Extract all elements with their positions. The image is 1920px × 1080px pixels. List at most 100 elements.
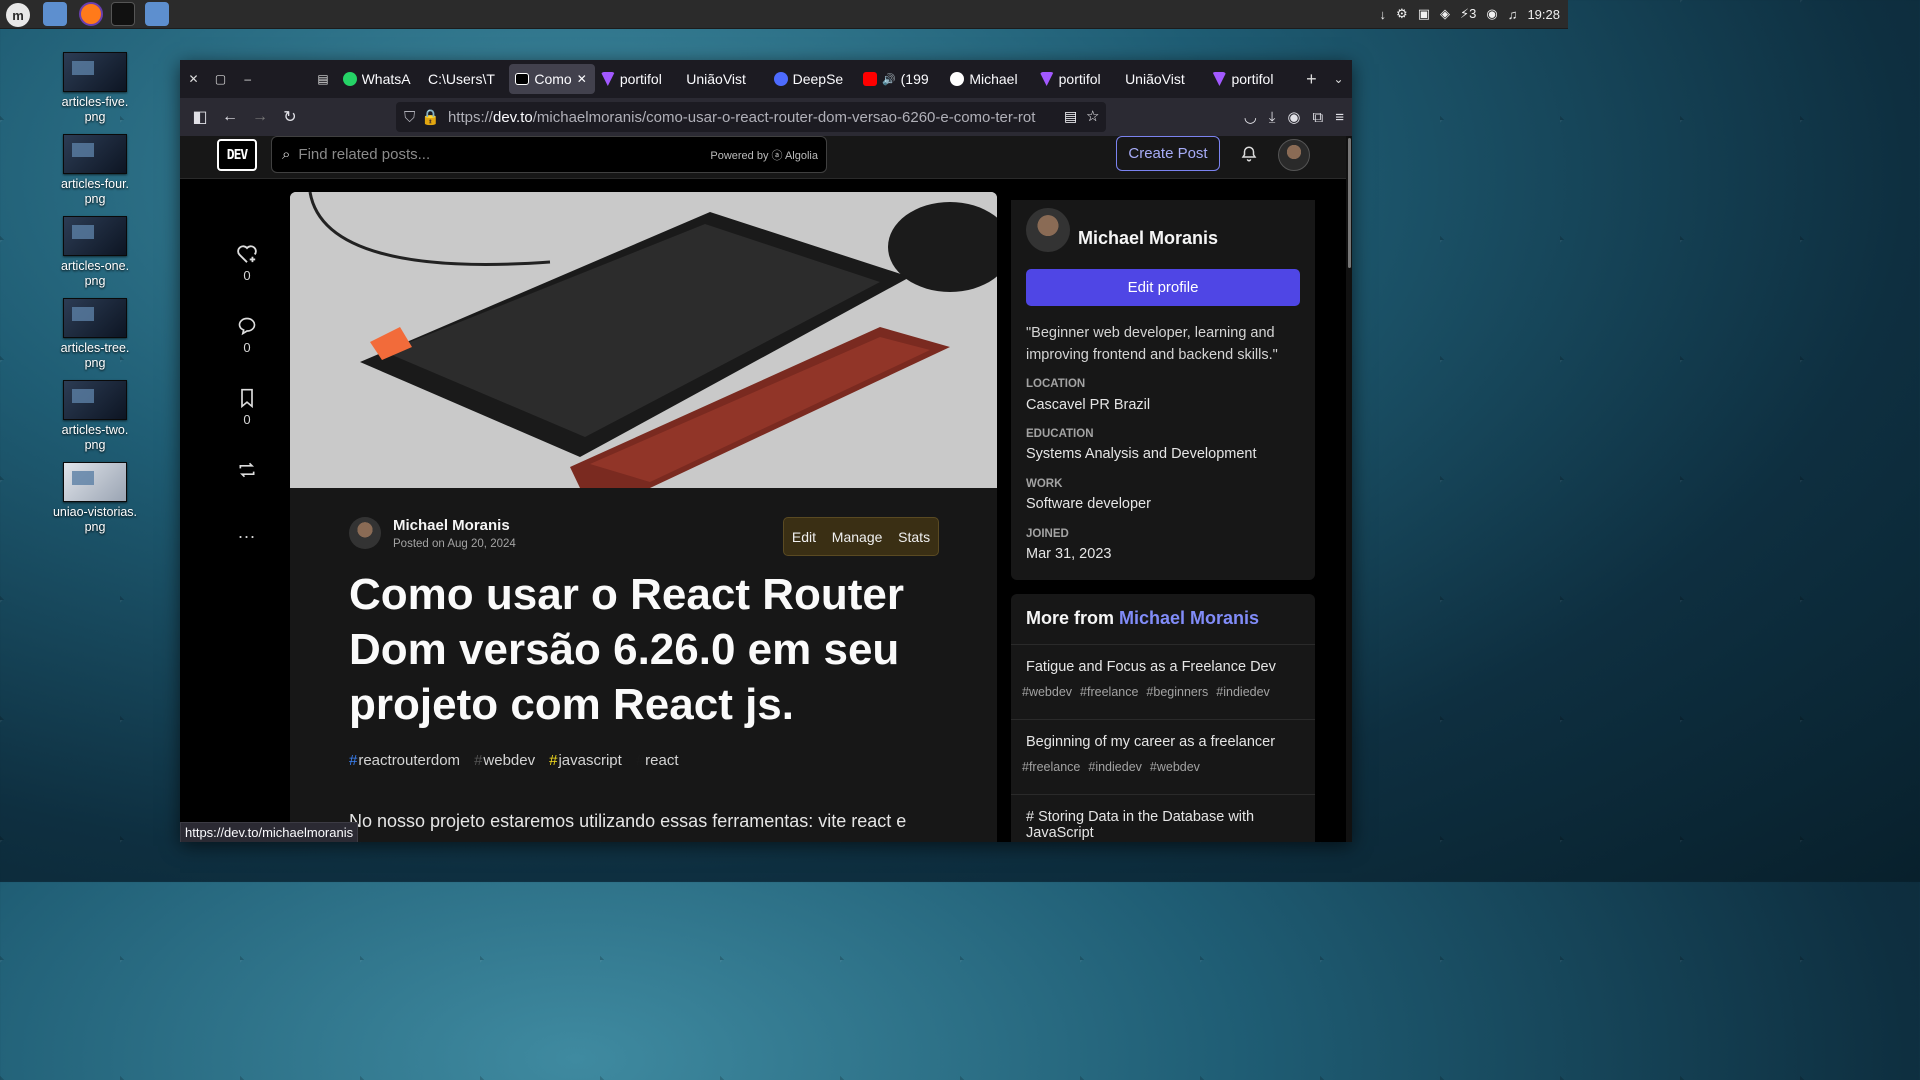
toolbar-right: ◡ ⤓ ◉ ⧉ ≡ (1244, 98, 1344, 136)
desktop-file[interactable]: articles-two. png (50, 380, 140, 453)
desktop-file[interactable]: articles-four. png (50, 134, 140, 207)
url-bar[interactable]: ⛉ 🔒 https://dev.to/michaelmoranis/como-u… (396, 102, 1106, 132)
tab-portfolio[interactable]: portifol (595, 64, 680, 94)
comment-button[interactable]: 0 (232, 316, 262, 355)
more-from-item[interactable]: # Storing Data in the Database with Java… (1011, 794, 1315, 842)
tab-uniao[interactable]: UniãoVist (1119, 64, 1206, 94)
files-launcher-icon[interactable] (43, 2, 67, 26)
maximize-window-icon[interactable]: ▢ (207, 72, 234, 86)
image-thumbnail (63, 462, 127, 502)
more-from-item[interactable]: Beginning of my career as a freelancer #… (1011, 719, 1315, 795)
folder-launcher-icon[interactable] (145, 2, 169, 26)
scrollbar[interactable] (1346, 136, 1352, 842)
tab-youtube[interactable]: 🔊 (199 (857, 64, 944, 94)
tab-uniao[interactable]: UniãoVist (680, 64, 767, 94)
sound-tray-icon[interactable]: ♫ (1508, 7, 1518, 22)
wifi-tray-icon[interactable]: ◉ (1486, 6, 1497, 22)
account-icon[interactable]: ◉ (1287, 108, 1300, 126)
pocket-icon[interactable]: ◡ (1244, 108, 1257, 126)
forward-arrow-icon[interactable]: → (245, 108, 275, 126)
more-from-author-link[interactable]: Michael Moranis (1119, 608, 1259, 628)
profile-avatar[interactable] (1026, 208, 1070, 252)
new-tab-icon[interactable]: + (1298, 69, 1325, 90)
author-avatar[interactable] (349, 517, 381, 549)
manage-button[interactable]: Manage (832, 529, 883, 545)
tag-link[interactable]: #reactrouterdom (349, 752, 460, 769)
bookmark-star-icon[interactable]: ☆ (1086, 107, 1099, 125)
menu-icon[interactable]: ≡ (1335, 109, 1344, 126)
tag-link[interactable]: #freelance (1080, 685, 1138, 699)
desktop-file[interactable]: uniao-vistorias. png (50, 462, 140, 535)
tag-link[interactable]: #webdev (474, 752, 535, 769)
more-from-item-title[interactable]: # Storing Data in the Database with Java… (1026, 809, 1306, 841)
author-name[interactable]: Michael Moranis (393, 517, 510, 534)
desktop-file[interactable]: articles-one. png (50, 216, 140, 289)
like-button[interactable]: 0 (232, 244, 262, 283)
reader-mode-icon[interactable]: ▤ (1064, 108, 1077, 125)
scrollbar-thumb[interactable] (1348, 138, 1351, 268)
dev-logo[interactable]: DEV (217, 139, 257, 171)
tag-link[interactable]: #react (636, 752, 679, 769)
tab-explorer[interactable]: C:\Users\T (422, 64, 509, 94)
terminal-launcher-icon[interactable] (111, 2, 135, 26)
tag-link[interactable]: #indiedev (1088, 760, 1142, 774)
profile-name[interactable]: Michael Moranis (1078, 228, 1218, 249)
tab-list-icon[interactable]: ▤ (310, 72, 337, 86)
settings-tray-icon[interactable]: ⚙ (1396, 6, 1408, 22)
tag-link[interactable]: #webdev (1022, 685, 1072, 699)
tag-link[interactable]: #indiedev (1216, 685, 1270, 699)
url-host: dev.to (492, 108, 533, 126)
clock[interactable]: 19:28 (1527, 7, 1560, 22)
desktop-file[interactable]: articles-tree. png (50, 298, 140, 371)
reload-icon[interactable]: ↻ (275, 107, 305, 127)
more-options-button[interactable]: ... (232, 522, 262, 543)
tag-link[interactable]: #webdev (1150, 760, 1200, 774)
shield-icon[interactable]: ⛉ (404, 109, 415, 126)
tab-github[interactable]: Michael (944, 64, 1033, 94)
user-avatar[interactable] (1278, 139, 1310, 171)
search-icon: ⌕ (282, 146, 291, 163)
more-from-heading: More from Michael Moranis (1026, 608, 1260, 628)
back-arrow-icon[interactable]: ← (215, 108, 245, 126)
tag-link[interactable]: #javascript (549, 752, 622, 769)
mint-menu-icon[interactable]: m (6, 3, 30, 27)
more-from-item-title[interactable]: Beginning of my career as a freelancer (1026, 734, 1306, 750)
tab-active-article[interactable]: Como ✕ (509, 64, 595, 94)
audio-playing-icon[interactable]: 🔊 (882, 73, 896, 86)
stats-button[interactable]: Stats (898, 529, 930, 545)
edit-button[interactable]: Edit (792, 529, 816, 545)
notifications-bell-icon[interactable] (1240, 145, 1258, 163)
lock-icon[interactable]: 🔒 (421, 108, 440, 126)
tab-deepseek[interactable]: DeepSe (768, 64, 857, 94)
desktop-file[interactable]: articles-five. png (50, 52, 140, 125)
article-body: No nosso projeto estaremos utilizando es… (349, 811, 907, 831)
share-button[interactable] (232, 460, 262, 484)
create-post-button[interactable]: Create Post (1116, 136, 1220, 171)
tag-link[interactable]: #beginners (1146, 685, 1208, 699)
chevron-down-icon[interactable]: ⌄ (1325, 72, 1352, 86)
extensions-icon[interactable]: ⧉ (1313, 109, 1324, 126)
tab-portfolio[interactable]: portifol (1034, 64, 1119, 94)
sidebar-toggle-icon[interactable]: ◧ (185, 107, 215, 127)
firefox-launcher-icon[interactable] (79, 2, 103, 26)
url-path: /michaelmoranis/como-usar-o-react-router… (532, 108, 1036, 126)
clipboard-tray-icon[interactable]: ▣ (1418, 6, 1430, 22)
tab-whatsapp[interactable]: WhatsA (337, 64, 422, 94)
algolia-attribution[interactable]: Powered by ⓐ Algolia (710, 147, 818, 163)
bookmark-button[interactable]: 0 (232, 388, 262, 427)
minimize-window-icon[interactable]: – (234, 72, 261, 86)
close-window-icon[interactable]: ✕ (180, 72, 207, 86)
more-from-item[interactable]: Fatigue and Focus as a Freelance Dev #we… (1011, 644, 1315, 720)
tab-portfolio[interactable]: portifol (1206, 64, 1291, 94)
download-tray-icon[interactable]: ↓ (1380, 7, 1387, 22)
search-input[interactable] (296, 145, 701, 164)
updates-tray-icon[interactable]: ⚡3 (1460, 6, 1476, 22)
link-preview-status: https://dev.to/michaelmoranis (180, 822, 359, 842)
close-tab-icon[interactable]: ✕ (577, 72, 587, 86)
downloads-icon[interactable]: ⤓ (1269, 109, 1276, 126)
edit-profile-button[interactable]: Edit profile (1026, 269, 1300, 306)
more-from-item-title[interactable]: Fatigue and Focus as a Freelance Dev (1026, 659, 1306, 675)
search-box[interactable]: ⌕ Powered by ⓐ Algolia (271, 136, 827, 173)
shield-tray-icon[interactable]: ◈ (1440, 6, 1450, 22)
tag-link[interactable]: #freelance (1022, 760, 1080, 774)
